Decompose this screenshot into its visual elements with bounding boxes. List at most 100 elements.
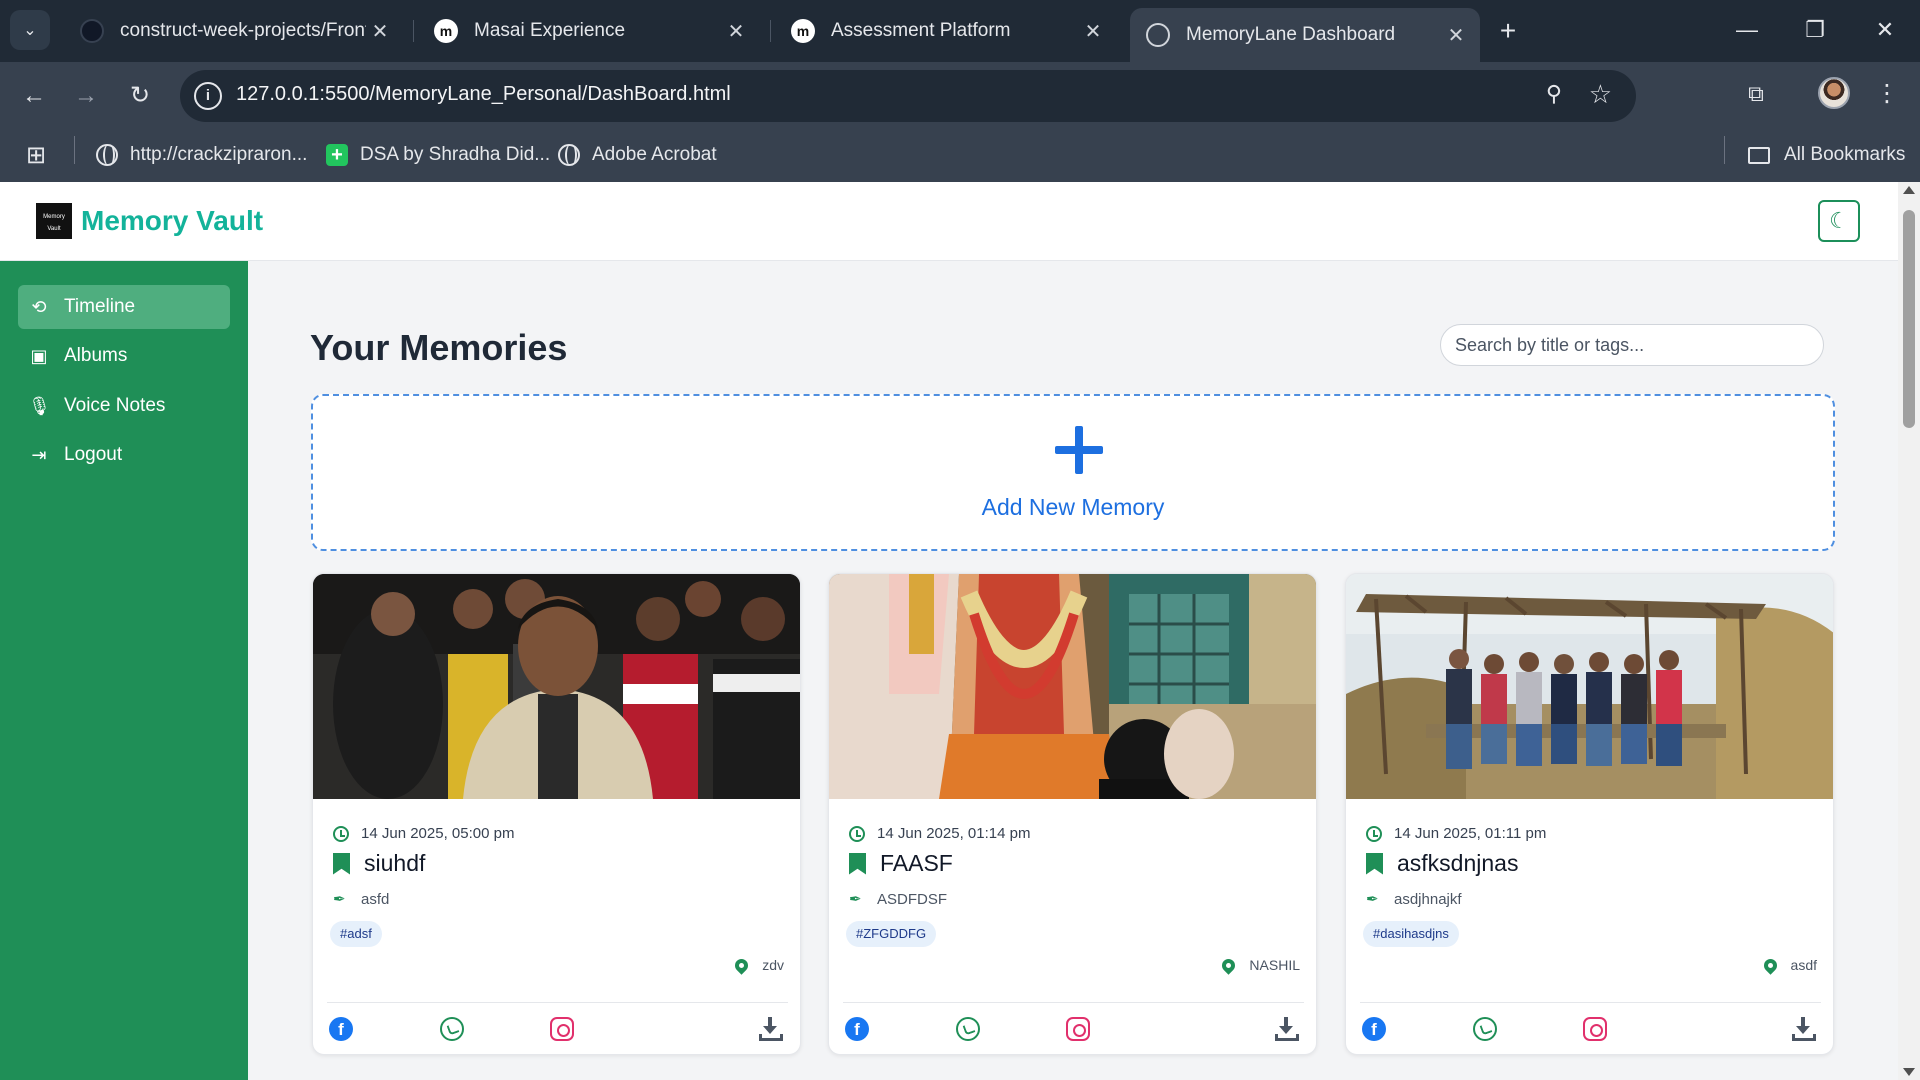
memory-location: asdf xyxy=(1760,955,1817,975)
new-tab-button[interactable]: + xyxy=(1490,14,1526,50)
memory-tag[interactable]: #adsf xyxy=(330,921,382,947)
window-close-button[interactable]: ✕ xyxy=(1860,12,1910,48)
tab-separator xyxy=(770,20,771,42)
bookmark-separator xyxy=(74,136,75,164)
sidebar-item-label: Logout xyxy=(64,444,123,465)
facebook-share-icon[interactable]: f xyxy=(329,1017,353,1041)
location-pin-icon xyxy=(1219,955,1239,975)
restore-button[interactable]: ❐ xyxy=(1790,12,1840,48)
minimize-button[interactable]: — xyxy=(1722,12,1772,48)
back-button[interactable]: ← xyxy=(16,78,52,114)
logo-text: Memory Vault xyxy=(43,214,65,232)
site-info-icon[interactable]: i xyxy=(194,82,222,110)
sidebar-item-voice-notes[interactable]: 🎙︎ Voice Notes xyxy=(18,384,230,428)
memory-title-text: siuhdf xyxy=(364,850,426,876)
theme-toggle-button[interactable]: ☾ xyxy=(1818,200,1860,242)
memory-title: siuhdf xyxy=(333,850,425,877)
bookmark-adobe[interactable]: Adobe Acrobat xyxy=(558,140,717,170)
feather-icon: ✒ xyxy=(849,891,862,908)
group-photo-image xyxy=(313,574,800,799)
memory-tag[interactable]: #dasihasdjns xyxy=(1363,921,1459,947)
sidebar-item-timeline[interactable]: ⟲ Timeline xyxy=(18,285,230,329)
sidebar-item-logout[interactable]: ⇥ Logout xyxy=(18,433,230,477)
memory-photo xyxy=(313,574,800,799)
moon-icon: ☾ xyxy=(1829,208,1849,233)
bookmark-icon xyxy=(849,852,866,875)
bookmark-label: http://crackzipraron... xyxy=(130,144,308,165)
reload-button[interactable]: ↻ xyxy=(122,78,158,114)
all-bookmarks-button[interactable]: All Bookmarks xyxy=(1748,140,1905,170)
brand-title[interactable]: Memory Vault xyxy=(81,205,263,237)
card-divider xyxy=(843,1002,1304,1003)
download-icon[interactable] xyxy=(1792,1017,1816,1041)
memory-card[interactable]: 14 Jun 2025, 01:11 pm asfksdnjnas ✒ asdj… xyxy=(1345,573,1834,1055)
bookmark-dsa[interactable]: + DSA by Shradha Did... xyxy=(326,140,550,170)
memory-description: ✒ asfd xyxy=(333,890,390,909)
instagram-share-icon[interactable] xyxy=(1583,1017,1607,1041)
instagram-share-icon[interactable] xyxy=(1066,1017,1090,1041)
bookmark-star-icon[interactable]: ☆ xyxy=(1589,79,1612,110)
github-icon xyxy=(80,19,104,43)
memory-description: ✒ ASDFDSF xyxy=(849,890,947,909)
memory-card[interactable]: 14 Jun 2025, 05:00 pm siuhdf ✒ asfd #ads… xyxy=(312,573,801,1055)
globe-icon xyxy=(1146,23,1170,47)
web-page: Memory Vault Memory Vault ☾ ⟲ Timeline ▣… xyxy=(0,182,1898,1080)
close-icon[interactable]: ✕ xyxy=(366,19,394,44)
instagram-share-icon[interactable] xyxy=(550,1017,574,1041)
page-scrollbar[interactable] xyxy=(1898,182,1920,1080)
memory-card[interactable]: 14 Jun 2025, 01:14 pm FAASF ✒ ASDFDSF #Z… xyxy=(828,573,1317,1055)
facebook-share-icon[interactable]: f xyxy=(1362,1017,1386,1041)
whatsapp-share-icon[interactable] xyxy=(956,1017,980,1041)
memory-tag[interactable]: #ZFGDDFG xyxy=(846,921,937,947)
facebook-share-icon[interactable]: f xyxy=(845,1017,869,1041)
plus-icon xyxy=(1055,426,1103,474)
browser-tab-memorylane[interactable]: MemoryLane Dashboard ✕ xyxy=(1130,8,1480,62)
forward-button[interactable]: → xyxy=(68,78,104,114)
memory-title-text: FAASF xyxy=(880,850,953,876)
close-icon[interactable]: ✕ xyxy=(1442,23,1470,48)
memory-date: 14 Jun 2025, 05:00 pm xyxy=(333,825,514,842)
browser-tab-assessment[interactable]: m Assessment Platform ✕ xyxy=(775,10,1117,52)
all-bookmarks-label: All Bookmarks xyxy=(1784,144,1906,165)
address-bar[interactable]: i 127.0.0.1:5500/MemoryLane_Personal/Das… xyxy=(180,70,1636,122)
browser-tab-github[interactable]: construct-week-projects/FrontE ✕ xyxy=(64,10,404,52)
app-navbar: Memory Vault Memory Vault ☾ xyxy=(0,182,1898,261)
sidebar-item-albums[interactable]: ▣ Albums xyxy=(18,334,230,378)
add-memory-button[interactable]: Add New Memory xyxy=(311,394,1835,551)
history-icon: ⟲ xyxy=(31,296,47,317)
bookmark-separator xyxy=(1724,136,1725,164)
memory-location: NASHIL xyxy=(1219,955,1300,975)
memory-date-text: 14 Jun 2025, 01:11 pm xyxy=(1394,825,1547,842)
scroll-up-icon[interactable] xyxy=(1903,186,1915,194)
extensions-icon[interactable]: ⧉ xyxy=(1740,78,1772,110)
download-icon[interactable] xyxy=(759,1017,783,1041)
profile-avatar[interactable] xyxy=(1818,77,1850,109)
location-pin-icon xyxy=(732,955,751,975)
memory-location-text: zdv xyxy=(762,957,784,973)
download-icon[interactable] xyxy=(1275,1017,1299,1041)
scrollbar-thumb[interactable] xyxy=(1903,210,1915,428)
whatsapp-share-icon[interactable] xyxy=(1473,1017,1497,1041)
masai-icon: m xyxy=(434,19,458,43)
memory-description: ✒ asdjhnajkf xyxy=(1366,890,1462,909)
browser-tab-masai-experience[interactable]: m Masai Experience ✕ xyxy=(418,10,760,52)
close-icon[interactable]: ✕ xyxy=(1079,19,1107,44)
tab-search-button[interactable]: ⌄ xyxy=(10,10,50,50)
memory-date-text: 14 Jun 2025, 05:00 pm xyxy=(361,825,515,842)
scroll-down-icon[interactable] xyxy=(1903,1068,1915,1076)
app-logo: Memory Vault xyxy=(36,203,72,239)
whatsapp-share-icon[interactable] xyxy=(440,1017,464,1041)
bookmark-crackzip[interactable]: http://crackzipraron... xyxy=(96,140,307,170)
memory-description-text: asdjhnajkf xyxy=(1394,890,1462,908)
tab-title: Masai Experience xyxy=(474,20,626,41)
memory-date: 14 Jun 2025, 01:14 pm xyxy=(849,825,1030,842)
apps-grid-icon[interactable]: ⊞ xyxy=(26,140,46,170)
zoom-icon[interactable]: ⚲ xyxy=(1546,81,1562,107)
memory-description-text: asfd xyxy=(361,890,390,908)
close-icon[interactable]: ✕ xyxy=(722,19,750,44)
memory-photo xyxy=(829,574,1316,799)
tab-title: Assessment Platform xyxy=(831,20,1011,41)
search-input[interactable] xyxy=(1440,324,1824,366)
browser-menu-icon[interactable]: ⋮ xyxy=(1872,76,1902,112)
url-text: 127.0.0.1:5500/MemoryLane_Personal/DashB… xyxy=(236,83,731,105)
